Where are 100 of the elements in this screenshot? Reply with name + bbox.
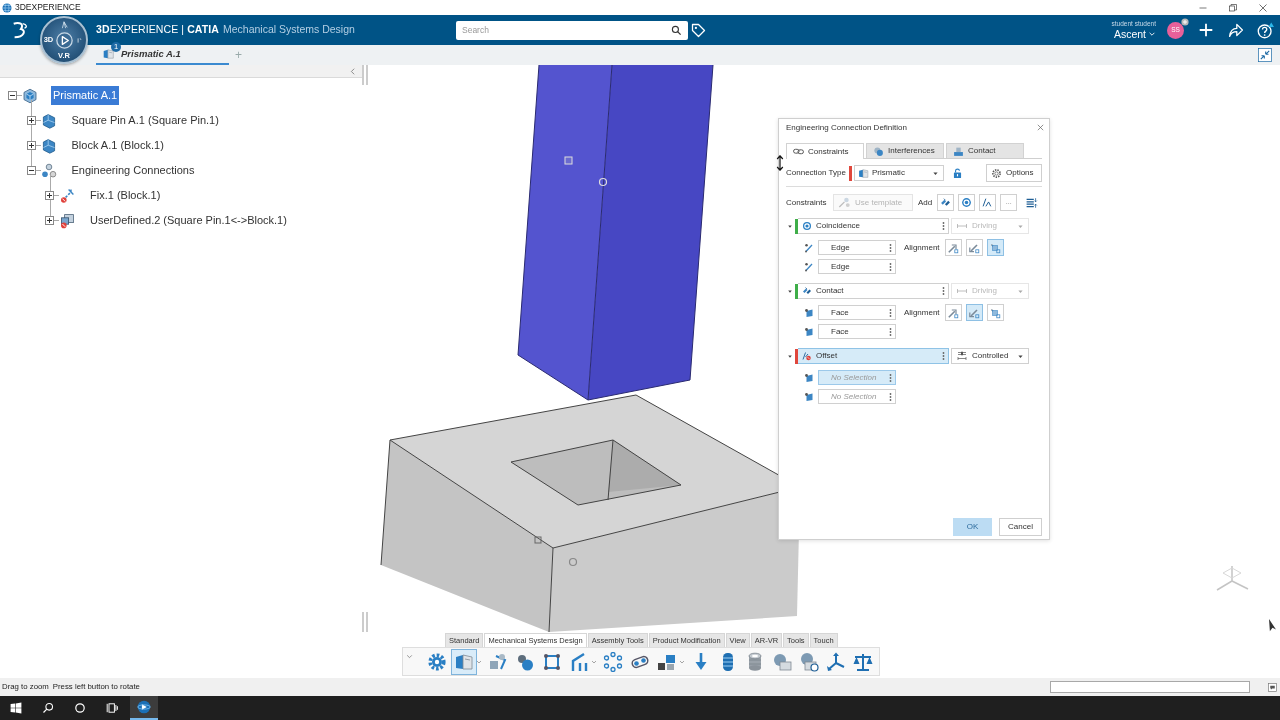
controlled-icon <box>955 351 969 361</box>
chevron-left-icon[interactable] <box>349 66 357 76</box>
constraint-field[interactable]: Contact <box>798 283 949 299</box>
constraint-field[interactable]: Offset <box>798 348 949 364</box>
splitter-handle-icon[interactable] <box>362 65 368 85</box>
tree-item[interactable]: Fix.1 (Block.1) <box>88 186 163 205</box>
collapse-toggle[interactable] <box>26 166 36 175</box>
tree-item[interactable]: UserDefined.2 (Square Pin.1<->Block.1) <box>88 211 289 230</box>
alignment-button[interactable] <box>965 239 983 256</box>
task-view-icon[interactable] <box>106 702 118 714</box>
play-icon[interactable] <box>55 31 73 49</box>
gear-icon[interactable] <box>426 651 447 672</box>
expand-toggle[interactable] <box>26 141 36 150</box>
alignment-button[interactable] <box>944 304 962 321</box>
align-opposite-icon <box>968 306 981 319</box>
arrow-cursor-icon <box>1268 618 1277 632</box>
list-icon[interactable] <box>1026 196 1038 209</box>
kebab-menu-icon[interactable] <box>942 286 945 296</box>
add-constraint-button[interactable] <box>979 194 997 211</box>
part-icon <box>40 137 57 154</box>
restore-icon[interactable] <box>1228 2 1238 13</box>
options-button[interactable]: Options <box>986 164 1042 182</box>
plus-icon[interactable] <box>1199 23 1213 37</box>
assembly-icon <box>102 48 115 60</box>
collapse-toggle[interactable] <box>8 91 17 100</box>
circle-ring-icon[interactable] <box>602 651 623 672</box>
plus-badge-icon <box>1181 17 1189 26</box>
chevron-down-icon[interactable] <box>1148 30 1156 39</box>
search-icon[interactable] <box>42 702 54 714</box>
help-icon[interactable] <box>1257 21 1274 39</box>
point-marker-icon[interactable] <box>534 536 542 544</box>
add-label: Add <box>918 196 933 209</box>
dialog-tab[interactable]: Contact <box>946 143 1024 158</box>
expand-toggle[interactable] <box>45 191 54 200</box>
alignment-button[interactable] <box>986 239 1004 256</box>
part-icon <box>40 112 57 129</box>
compass-top-icon[interactable] <box>60 20 68 29</box>
ring-icon[interactable] <box>74 702 86 714</box>
align-same-icon <box>947 241 960 254</box>
share-icon[interactable] <box>1228 22 1244 38</box>
selection-field[interactable]: Edge <box>818 240 896 255</box>
splitter-handle-icon[interactable] <box>362 612 368 632</box>
app-brand: 3DEXPERIENCE | CATIA <box>96 22 219 38</box>
mode-dropdown[interactable]: Controlled <box>951 348 1029 364</box>
dialog-tab[interactable]: Interferences <box>866 143 944 158</box>
command-input-field[interactable] <box>1050 681 1250 693</box>
alignment-button[interactable] <box>965 304 983 321</box>
assembly-icon <box>22 87 38 104</box>
selection-field[interactable]: No Selection <box>818 389 896 404</box>
edge-icon <box>804 261 814 272</box>
balance-scale-icon[interactable] <box>852 651 873 672</box>
field-label: Constraints <box>786 196 828 209</box>
collapse-view-icon[interactable] <box>1258 48 1272 62</box>
sensor-icon[interactable] <box>771 651 792 672</box>
add-constraint-button[interactable] <box>937 194 955 211</box>
selection-field[interactable]: Face <box>818 324 896 339</box>
kebab-menu-icon[interactable] <box>942 221 945 231</box>
close-icon[interactable] <box>1258 2 1268 13</box>
alignment-button[interactable] <box>944 239 962 256</box>
windows-logo-icon[interactable] <box>10 702 22 714</box>
mechanism-icon[interactable] <box>487 651 508 672</box>
sensor-clock-icon[interactable] <box>798 651 819 672</box>
search-field[interactable]: Search <box>456 20 688 40</box>
logo-icon[interactable] <box>11 21 29 39</box>
coincidence-icon <box>961 197 973 208</box>
coincidence-icon <box>802 221 812 231</box>
fix-constraint-icon <box>59 187 75 204</box>
caret-icon <box>1017 287 1024 295</box>
selection-field[interactable]: No Selection <box>818 370 896 385</box>
compass-side-icon[interactable] <box>76 36 83 44</box>
frame-icon[interactable] <box>541 651 562 672</box>
align-opposite-icon <box>968 241 981 254</box>
circle-marker-icon[interactable] <box>568 557 578 567</box>
axes-icon[interactable] <box>825 651 846 672</box>
face-icon <box>804 307 814 318</box>
dialog-tab[interactable]: Constraints <box>786 143 864 159</box>
tree-item[interactable]: Engineering Connections <box>69 161 197 180</box>
app-globe-icon[interactable] <box>130 696 158 720</box>
selection-field[interactable]: Face <box>818 305 896 320</box>
lock-icon[interactable] <box>952 167 963 179</box>
tree-item[interactable]: Prismatic A.1 <box>51 86 120 105</box>
tag-icon[interactable] <box>691 22 706 38</box>
tree-item[interactable]: Block A.1 (Block.1) <box>69 136 166 155</box>
message-icon[interactable] <box>1268 682 1277 692</box>
alignment-button[interactable] <box>986 304 1004 321</box>
tree-item[interactable]: Square Pin A.1 (Square Pin.1) <box>69 111 221 130</box>
caret-icon <box>1017 352 1024 360</box>
close-icon[interactable] <box>1036 123 1045 132</box>
add-constraint-button[interactable] <box>958 194 976 211</box>
prismatic-block-icon[interactable] <box>450 648 477 675</box>
alignment-label: Alignment <box>904 241 940 254</box>
expand-toggle[interactable] <box>45 216 54 225</box>
expand-toggle[interactable] <box>26 116 36 125</box>
tenant-name[interactable]: Ascent <box>1113 29 1146 40</box>
kebab-menu-icon[interactable] <box>942 351 945 361</box>
connection-type-dropdown[interactable]: Prismatic <box>854 165 944 181</box>
constraint-field[interactable]: Coincidence <box>798 218 949 234</box>
dimension-icon <box>955 286 969 296</box>
cancel-button[interactable]: Cancel <box>999 518 1042 536</box>
selection-field[interactable]: Edge <box>818 259 896 274</box>
